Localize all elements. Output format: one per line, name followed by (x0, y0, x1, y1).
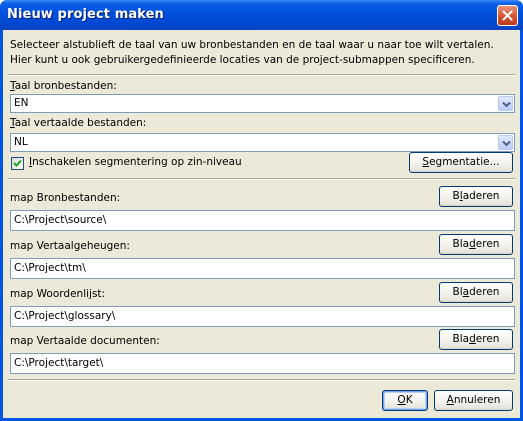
target-language-label: Taal vertaalde bestanden: (10, 117, 147, 129)
segmentation-button[interactable]: Segmentatie... (409, 152, 513, 173)
glossary-folder-input[interactable]: C:\Project\glossary\ (10, 306, 515, 327)
target-folder-label: map Vertaalde documenten: (10, 335, 160, 347)
ok-button[interactable]: OK (382, 390, 428, 411)
browse-target-button[interactable]: Bladeren (439, 329, 513, 350)
intro-text: Selecteer alstublieft de taal van uw bro… (10, 38, 515, 68)
chevron-down-icon (502, 101, 511, 108)
source-language-dropdown-button[interactable] (498, 96, 513, 111)
tm-folder-label: map Vertaalgeheugen: (10, 240, 130, 252)
dialog-body: Selecteer alstublieft de taal van uw bro… (3, 30, 520, 418)
segmentation-label[interactable]: Inschakelen segmentering op zin-niveau (29, 156, 242, 168)
source-folder-label: map Bronbestanden: (10, 192, 121, 204)
title-bar[interactable]: Nieuw project maken (0, 0, 523, 30)
dialog-window: Nieuw project maken Selecteer alstublief… (0, 0, 523, 421)
chevron-down-icon (502, 140, 511, 147)
source-language-label: Taal bronbestanden: (10, 80, 117, 92)
intro-line-1: Selecteer alstublieft de taal van uw bro… (10, 39, 494, 51)
close-icon (502, 10, 513, 21)
cancel-button[interactable]: Annuleren (434, 390, 513, 411)
target-language-dropdown-button[interactable] (498, 135, 513, 150)
glossary-folder-label: map Woordenlijst: (10, 288, 106, 300)
source-language-value: EN (14, 97, 29, 109)
tm-folder-input[interactable]: C:\Project\tm\ (10, 258, 515, 279)
target-folder-input[interactable]: C:\Project\target\ (10, 353, 515, 374)
browse-source-button[interactable]: Bladeren (439, 186, 513, 207)
target-language-select[interactable]: NL (10, 133, 515, 152)
source-language-select[interactable]: EN (10, 94, 515, 113)
checkmark-icon (13, 159, 22, 167)
browse-glossary-button[interactable]: Bladeren (439, 282, 513, 303)
target-language-value: NL (14, 136, 28, 148)
divider (8, 178, 515, 180)
browse-tm-button[interactable]: Bladeren (439, 234, 513, 255)
window-title: Nieuw project maken (7, 7, 164, 22)
close-button[interactable] (497, 5, 518, 26)
segmentation-checkbox[interactable] (11, 157, 24, 170)
divider (8, 74, 515, 76)
intro-line-2: Hier kunt u ook gebruikergedefinieerde l… (10, 54, 475, 66)
source-folder-input[interactable]: C:\Project\source\ (10, 210, 515, 231)
divider (8, 379, 515, 381)
